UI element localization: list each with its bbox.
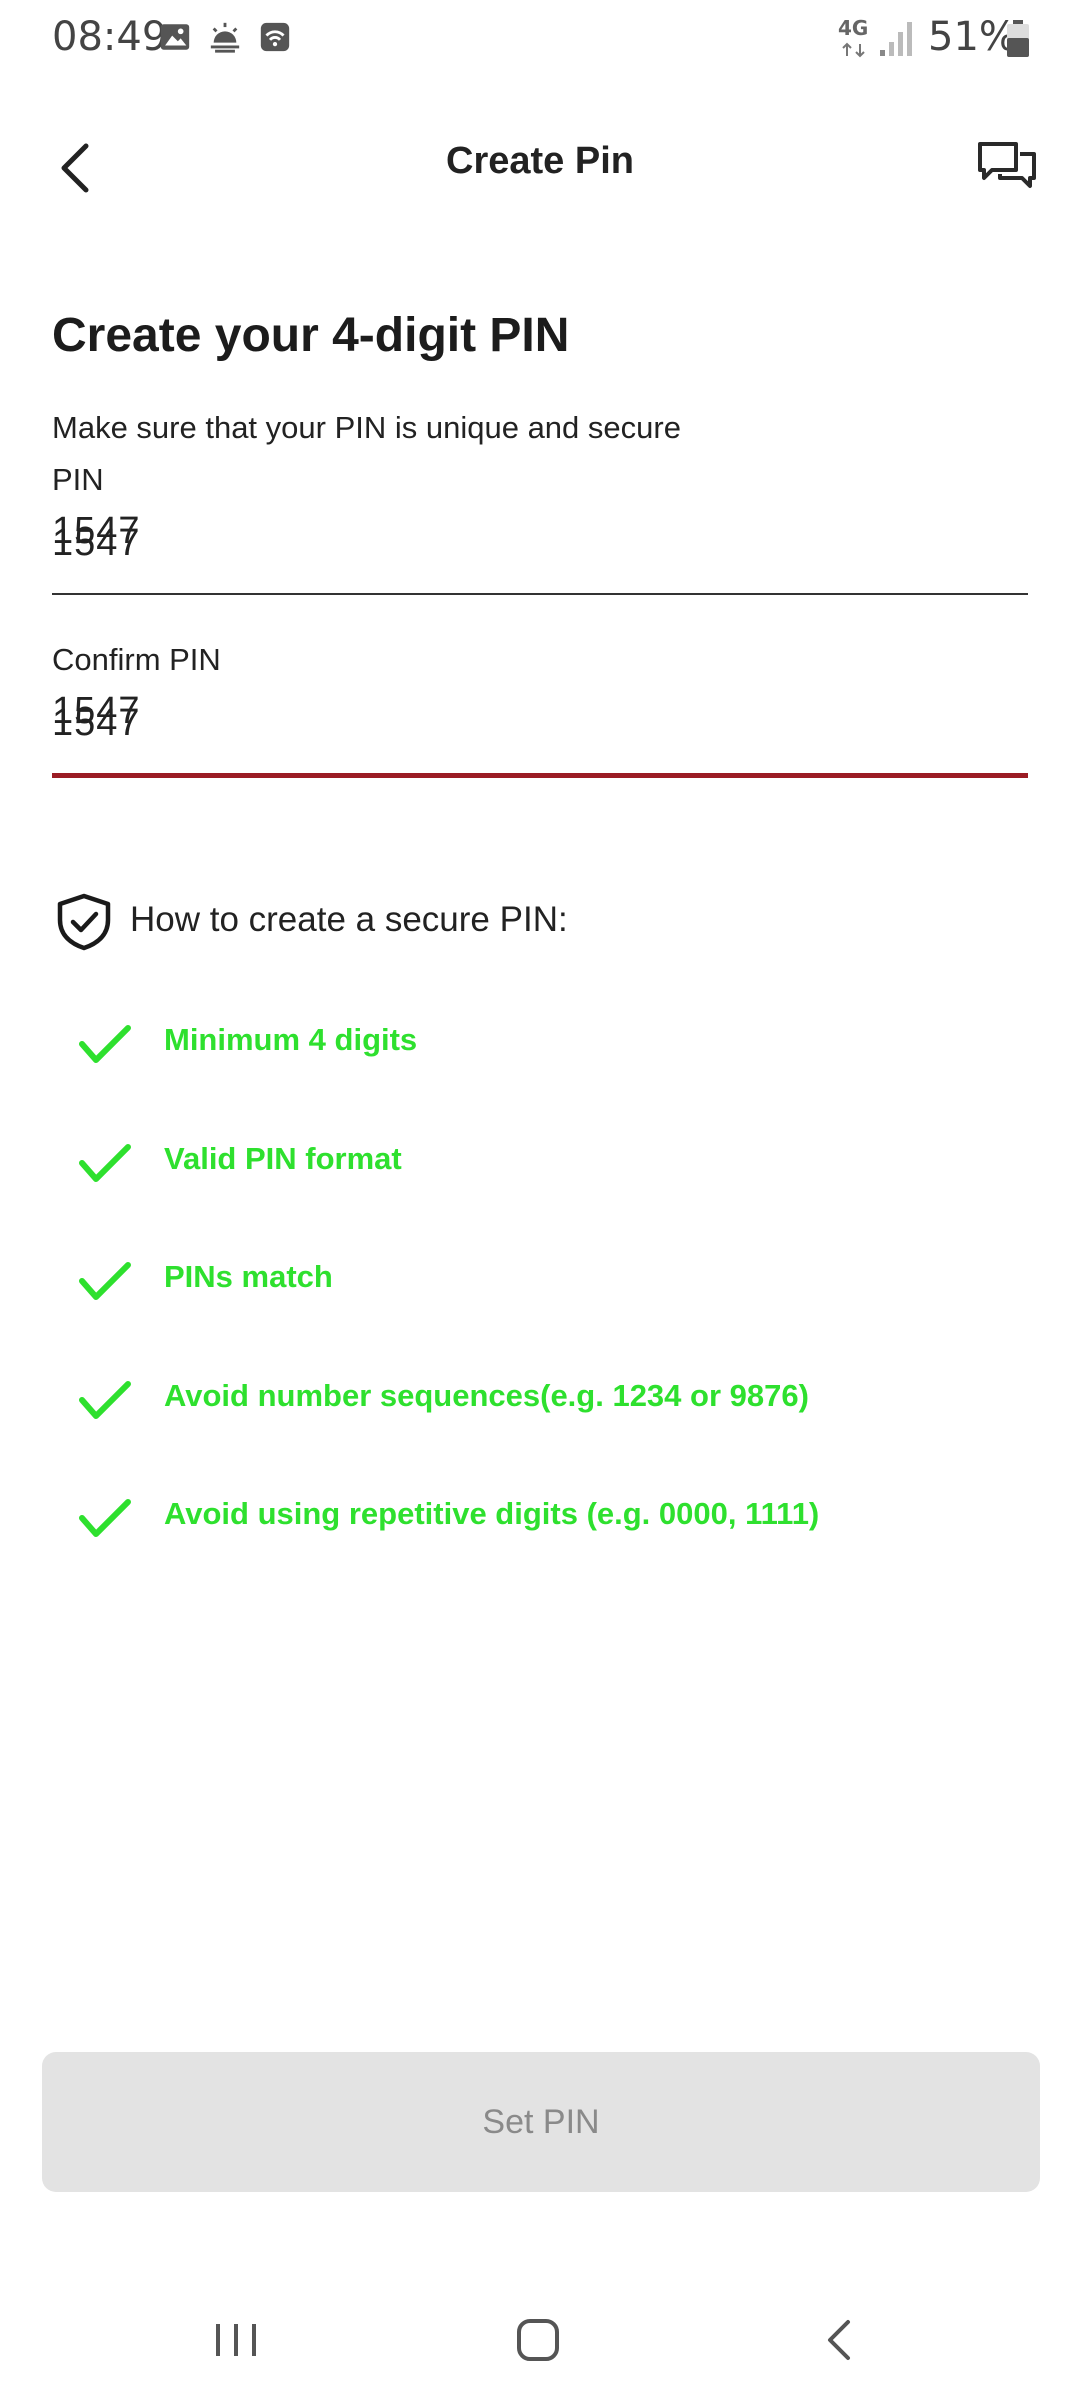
chat-support-icon[interactable] (976, 140, 1038, 198)
set-pin-button[interactable]: Set PIN (42, 2052, 1040, 2192)
confirm-pin-field-label: Confirm PIN (52, 642, 221, 677)
wifi-calling-icon (260, 22, 290, 52)
tip-item: Valid PIN format (78, 1137, 978, 1197)
battery-icon (1007, 20, 1029, 57)
network-type: 4G (838, 16, 869, 40)
subtitle: Make sure that your PIN is unique and se… (52, 410, 681, 445)
pin-input[interactable]: 1547 1547 (52, 510, 141, 565)
confirm-pin-field-underline (52, 773, 1028, 778)
confirm-pin-value-overlay: 1547 (52, 690, 141, 732)
check-icon (79, 1025, 131, 1063)
pin-field-label: PIN (52, 462, 104, 497)
tip-text: Minimum 4 digits (164, 1022, 418, 1057)
confirm-pin-input[interactable]: 1547 1547 (52, 690, 141, 745)
check-icon (79, 1144, 131, 1182)
tip-item: Avoid number sequences(e.g. 1234 or 9876… (78, 1374, 978, 1434)
signal-icon (880, 22, 912, 56)
check-icon (79, 1381, 131, 1419)
status-time: 08:49 (52, 14, 168, 60)
battery-percent: 51% (928, 14, 1017, 60)
tip-text: PINs match (164, 1259, 333, 1294)
check-icon (79, 1499, 131, 1537)
tip-text: Valid PIN format (164, 1141, 402, 1176)
tips-title: How to create a secure PIN: (130, 900, 568, 939)
tip-item: Minimum 4 digits (78, 1018, 978, 1078)
data-arrows-icon (842, 42, 865, 58)
app-header: Create Pin (0, 110, 1080, 220)
pin-field-underline (52, 593, 1028, 595)
create-pin-screen: 08:49 4G 51% Create Pin Create your 4-di… (0, 0, 1080, 2400)
shield-check-icon (57, 893, 111, 951)
nav-back-icon[interactable] (800, 2310, 880, 2370)
home-icon[interactable] (498, 2310, 578, 2370)
tip-text: Avoid number sequences(e.g. 1234 or 9876… (164, 1378, 809, 1413)
page-title: Create Pin (446, 140, 634, 182)
tip-text: Avoid using repetitive digits (e.g. 0000… (164, 1496, 820, 1531)
pin-value-overlay: 1547 (52, 510, 141, 552)
tip-item: Avoid using repetitive digits (e.g. 0000… (78, 1492, 978, 1552)
weather-sunrise-icon (210, 22, 240, 53)
gallery-icon (160, 24, 190, 50)
status-bar: 08:49 4G 51% (0, 0, 1080, 80)
check-icon (79, 1262, 131, 1300)
tip-item: PINs match (78, 1255, 978, 1315)
recent-apps-icon[interactable] (196, 2310, 276, 2370)
main-heading: Create your 4-digit PIN (52, 309, 570, 362)
